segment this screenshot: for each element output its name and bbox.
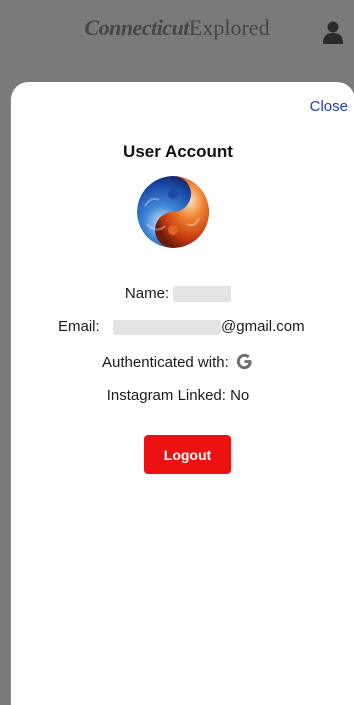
name-redacted-value — [173, 286, 232, 303]
brand-part-1: Connecticut — [84, 15, 189, 40]
user-account-modal: Close User Account Name: Email: @gmail.c… — [10, 82, 354, 705]
google-icon — [236, 353, 252, 370]
yin-yang-avatar-icon — [137, 176, 209, 248]
email-label: Email: — [58, 318, 100, 335]
user-icon[interactable] — [322, 20, 344, 44]
logout-button[interactable]: Logout — [144, 435, 231, 474]
instagram-row: Instagram Linked: No — [11, 387, 345, 404]
close-button[interactable]: Close — [310, 98, 348, 115]
avatar — [137, 176, 209, 248]
auth-label: Authenticated with: — [102, 354, 229, 371]
brand-logo[interactable]: ConnecticutExplored — [0, 15, 354, 41]
auth-row: Authenticated with: — [11, 352, 345, 371]
app-header: ConnecticutExplored — [0, 0, 354, 63]
email-redacted-value — [113, 320, 221, 335]
instagram-status: Instagram Linked: No — [106, 387, 250, 404]
name-label: Name: — [124, 285, 170, 302]
name-row: Name: — [11, 285, 345, 303]
brand-part-2: Explored — [188, 15, 270, 40]
email-domain: @gmail.com — [221, 318, 305, 335]
modal-title: User Account — [123, 142, 233, 161]
